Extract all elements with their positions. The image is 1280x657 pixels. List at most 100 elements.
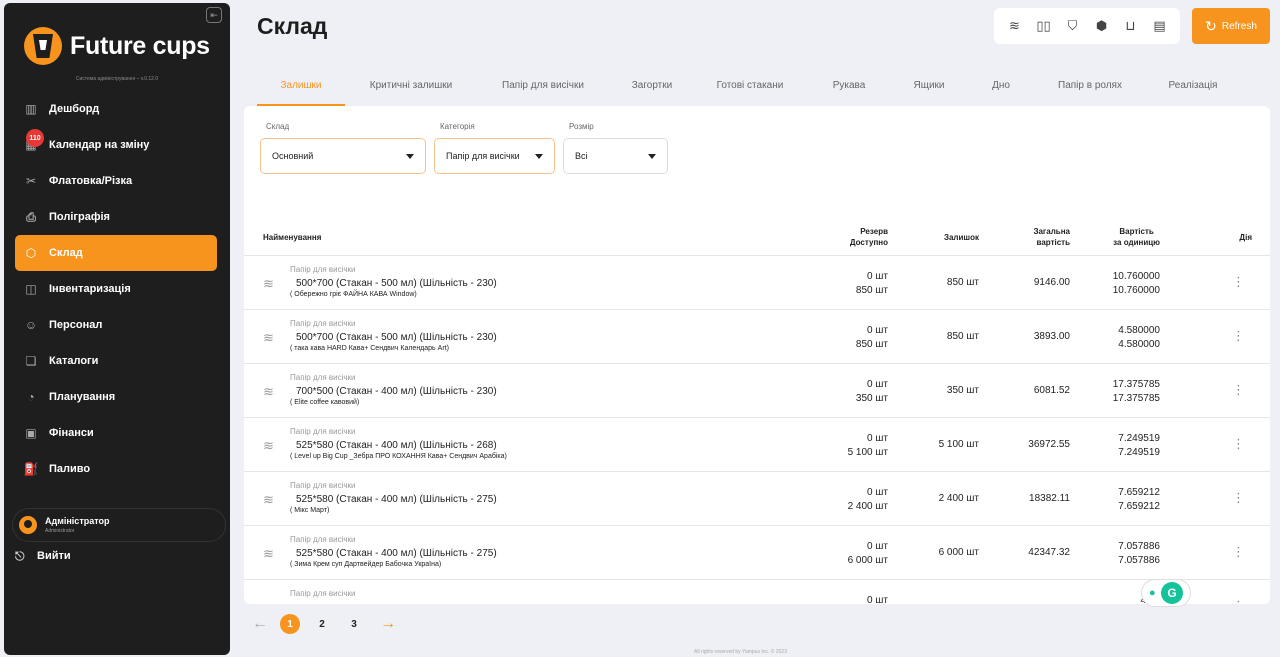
row-category: Папір для висічки <box>290 319 356 328</box>
row-balance: 2 400 шт <box>938 493 979 504</box>
sidebar-item-fuel[interactable]: ⛽ Паливо <box>15 451 217 487</box>
tab-balances[interactable]: Залишки <box>257 76 345 106</box>
grammarly-widget[interactable]: ● G <box>1141 579 1191 607</box>
sidebar-item-inventory[interactable]: ◫ Інвентаризація <box>15 271 217 307</box>
page-button[interactable]: 1 <box>280 614 300 634</box>
unit-cost-value: 4.580000 <box>1118 325 1160 336</box>
sidebar-item-label: Поліграфія <box>49 211 110 223</box>
shirt-icon[interactable]: ⛉ <box>1064 17 1082 35</box>
filter-warehouse: Склад Основний <box>260 122 426 174</box>
size-select[interactable]: Всі <box>563 138 668 174</box>
more-vertical-icon[interactable]: ⋮ <box>1232 598 1245 604</box>
user-info: Адміністратор Administrator <box>45 516 110 534</box>
table-row[interactable]: ≋ Папір для висічки 500*700 (Стакан - 50… <box>244 310 1270 364</box>
table-row[interactable]: ≋ Папір для висічки 0 шт 4.90 ⋮ <box>244 580 1270 604</box>
tab-critical-balances[interactable]: Критичні залишки <box>345 76 477 106</box>
arrow-right-icon[interactable]: → <box>380 615 402 633</box>
tab-sales[interactable]: Реалізація <box>1143 76 1243 106</box>
table-row[interactable]: ≋ Папір для висічки 525*580 (Стакан - 40… <box>244 526 1270 580</box>
header-line: за одиницю <box>1113 238 1160 247</box>
row-category: Папір для висічки <box>290 481 356 490</box>
row-category: Папір для висічки <box>290 373 356 382</box>
unit-cost-value: 10.760000 <box>1112 271 1160 282</box>
sidebar-item-cutting[interactable]: ✂ Флатовка/Різка <box>15 163 217 199</box>
row-description: ( Зима Крем суп Дартвейдер Бабочка Украї… <box>290 561 442 568</box>
tab-die-cut-paper[interactable]: Папір для висічки <box>477 76 609 106</box>
container-icon[interactable]: ▤ <box>1151 17 1169 35</box>
row-description: ( така кава HARD Кава+ Сендвич Календарь… <box>290 345 449 352</box>
scissors-icon: ✂ <box>25 174 37 188</box>
row-total: 18382.11 <box>1029 493 1070 504</box>
reserve-value: 0 шт <box>867 379 888 390</box>
sidebar-item-staff[interactable]: ☺ Персонал <box>15 307 217 343</box>
tab-paper-rolls[interactable]: Папір в ролях <box>1037 76 1143 106</box>
logout-button[interactable]: ⎋ Вийти <box>15 549 71 563</box>
row-balance: 850 шт <box>946 331 979 342</box>
filter-category: Категорія Папір для висічки <box>434 122 555 174</box>
cube-icon[interactable]: ⬢ <box>1093 17 1111 35</box>
row-total: 42347.32 <box>1028 547 1070 558</box>
category-select[interactable]: Папір для висічки <box>434 138 555 174</box>
sidebar-item-label: Каталоги <box>49 355 99 367</box>
filter-label: Склад <box>266 122 290 131</box>
row-category: Папір для висічки <box>290 535 356 544</box>
row-unit-cost: 10.760000 10.760000 <box>1113 270 1160 298</box>
sidebar-item-label: Склад <box>49 247 83 259</box>
more-vertical-icon[interactable]: ⋮ <box>1232 274 1245 290</box>
sidebar-item-calendar[interactable]: ▦ 110 Календар на зміну <box>15 127 217 163</box>
sidebar-item-printing[interactable]: ⎙ Поліграфія <box>15 199 217 235</box>
logo[interactable]: Future cups <box>24 27 210 65</box>
page-button[interactable]: 2 <box>312 614 332 634</box>
tab-wrappers[interactable]: Загортки <box>609 76 695 106</box>
table-row[interactable]: ≋ Папір для висічки 525*580 (Стакан - 40… <box>244 418 1270 472</box>
box-icon: ⬡ <box>25 246 37 260</box>
sidebar-item-catalogs[interactable]: ❏ Каталоги <box>15 343 217 379</box>
sidebar-item-dashboard[interactable]: ▥ Дешборд <box>15 91 217 127</box>
unit-cost-value: 7.249519 <box>1118 447 1160 458</box>
arrow-left-icon[interactable]: ← <box>252 615 274 633</box>
row-description: ( Level up Big Cup _Зебра ПРО КОХАННЯ Ка… <box>290 453 507 460</box>
page-button[interactable]: 3 <box>344 614 364 634</box>
more-vertical-icon[interactable]: ⋮ <box>1232 328 1245 344</box>
row-total: 36972.55 <box>1028 439 1070 450</box>
more-vertical-icon[interactable]: ⋮ <box>1232 544 1245 560</box>
unit-cost-value: 7.057886 <box>1118 541 1160 552</box>
unit-cost-value: 4.580000 <box>1118 339 1160 350</box>
more-vertical-icon[interactable]: ⋮ <box>1232 382 1245 398</box>
rolls-icon[interactable]: ▯▯ <box>1035 17 1053 35</box>
refresh-button[interactable]: ↻ Refresh <box>1192 8 1270 44</box>
row-name: 500*700 (Стакан - 500 мл) (Шільність - 2… <box>296 278 497 289</box>
sidebar-item-warehouse[interactable]: ⬡ Склад <box>15 235 217 271</box>
logo-text: Future cups <box>70 31 210 60</box>
reserve-value: 0 шт <box>867 595 888 604</box>
table-row[interactable]: ≋ Папір для висічки 500*700 (Стакан - 50… <box>244 256 1270 310</box>
sidebar-item-label: Планування <box>49 391 116 403</box>
available-value: 850 шт <box>855 285 888 296</box>
row-category: Папір для висічки <box>290 265 356 274</box>
tab-ready-cups[interactable]: Готові стакани <box>695 76 805 106</box>
tab-sleeves[interactable]: Рукава <box>805 76 893 106</box>
warehouse-select[interactable]: Основний <box>260 138 426 174</box>
table-row[interactable]: ≋ Папір для висічки 700*500 (Стакан - 40… <box>244 364 1270 418</box>
sidebar-item-finance[interactable]: ▣ Фінанси <box>15 415 217 451</box>
cup-icon[interactable]: ⊔ <box>1122 17 1140 35</box>
tab-bottoms[interactable]: Дно <box>965 76 1037 106</box>
sidebar-item-label: Флатовка/Різка <box>49 175 133 187</box>
row-reserve: 0 шт 850 шт <box>856 324 888 352</box>
filter-label: Категорія <box>440 122 475 131</box>
row-reserve: 0 шт <box>867 594 888 604</box>
user-card[interactable]: Адміністратор Administrator <box>12 508 226 542</box>
more-vertical-icon[interactable]: ⋮ <box>1232 436 1245 452</box>
tab-boxes[interactable]: Ящики <box>893 76 965 106</box>
layers-icon[interactable]: ≋ <box>1006 17 1024 35</box>
table-row[interactable]: ≋ Папір для висічки 525*580 (Стакан - 40… <box>244 472 1270 526</box>
sidebar-item-planning[interactable]: ◔ Планування <box>15 379 217 415</box>
layers-icon: ≋ <box>263 384 274 399</box>
unit-cost-value: 17.375785 <box>1112 393 1160 404</box>
chevron-down-icon <box>535 153 543 159</box>
collapse-sidebar-icon[interactable]: ⇤ <box>206 7 222 23</box>
more-vertical-icon[interactable]: ⋮ <box>1232 490 1245 506</box>
row-total: 6081.52 <box>1033 385 1070 396</box>
grammarly-icon: G <box>1161 582 1183 604</box>
available-value: 5 100 шт <box>847 447 888 458</box>
